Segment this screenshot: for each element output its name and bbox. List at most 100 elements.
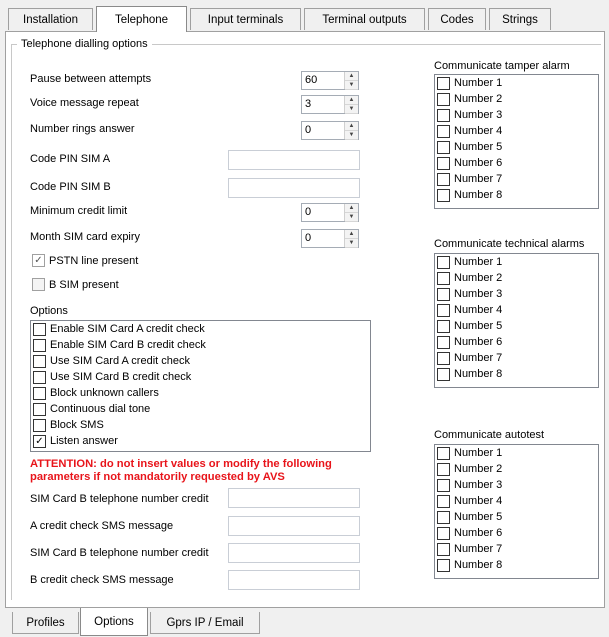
checkbox[interactable] <box>437 108 450 122</box>
pause-value[interactable]: 60 <box>302 72 344 89</box>
list-item[interactable]: Number 6 <box>435 334 598 350</box>
checkbox[interactable] <box>33 322 46 336</box>
options-list[interactable]: Enable SIM Card A credit check Enable SI… <box>30 320 371 452</box>
list-item[interactable]: Block SMS <box>31 417 370 433</box>
checkbox[interactable] <box>437 156 450 170</box>
expiry-value[interactable]: 0 <box>302 230 344 247</box>
tab-telephone[interactable]: Telephone <box>96 6 187 32</box>
checkbox[interactable] <box>437 335 450 349</box>
pin-b-input[interactable] <box>228 178 360 198</box>
checkbox[interactable] <box>437 92 450 106</box>
pstn-checkbox[interactable]: ✓ <box>32 254 45 267</box>
spin-down-icon[interactable]: ▼ <box>345 239 358 248</box>
list-item[interactable]: Number 3 <box>435 477 598 493</box>
checkbox[interactable] <box>437 76 450 90</box>
spin-down-icon[interactable]: ▼ <box>345 81 358 90</box>
checkbox[interactable] <box>437 367 450 381</box>
checkbox[interactable] <box>437 478 450 492</box>
list-item[interactable]: Number 8 <box>435 187 598 203</box>
checkbox-checked[interactable]: ✓ <box>33 434 46 448</box>
spin-up-icon[interactable]: ▲ <box>345 230 358 239</box>
tab-installation[interactable]: Installation <box>8 8 93 30</box>
checkbox[interactable] <box>437 287 450 301</box>
checkbox[interactable] <box>437 140 450 154</box>
spin-up-icon[interactable]: ▲ <box>345 72 358 81</box>
b-sms-input[interactable] <box>228 570 360 590</box>
checkbox[interactable] <box>33 370 46 384</box>
tamper-alarm-list[interactable]: Number 1 Number 2 Number 3 Number 4 Numb… <box>434 74 599 209</box>
voice-spinner[interactable]: 3 ▲ ▼ <box>301 95 359 114</box>
list-item[interactable]: Number 8 <box>435 557 598 573</box>
bsim-checkbox-row[interactable]: B SIM present <box>32 278 119 291</box>
checkbox[interactable] <box>33 354 46 368</box>
checkbox[interactable] <box>33 386 46 400</box>
list-item[interactable]: Number 3 <box>435 107 598 123</box>
list-item[interactable]: Use SIM Card A credit check <box>31 353 370 369</box>
voice-value[interactable]: 3 <box>302 96 344 113</box>
tab-profiles[interactable]: Profiles <box>12 612 79 634</box>
tab-gprs-ip-email[interactable]: Gprs IP / Email <box>150 612 260 634</box>
checkbox[interactable] <box>437 188 450 202</box>
credit-spinner[interactable]: 0 ▲ ▼ <box>301 203 359 222</box>
tab-strings[interactable]: Strings <box>489 8 551 30</box>
list-item[interactable]: Number 7 <box>435 541 598 557</box>
rings-value[interactable]: 0 <box>302 122 344 139</box>
list-item[interactable]: Number 1 <box>435 445 598 461</box>
list-item[interactable]: Number 5 <box>435 509 598 525</box>
list-item[interactable]: Number 4 <box>435 123 598 139</box>
tab-input-terminals[interactable]: Input terminals <box>190 8 301 30</box>
list-item[interactable]: Number 5 <box>435 318 598 334</box>
a-sms-input[interactable] <box>228 516 360 536</box>
list-item[interactable]: Number 1 <box>435 254 598 270</box>
list-item[interactable]: Number 7 <box>435 171 598 187</box>
list-item[interactable]: Number 1 <box>435 75 598 91</box>
spin-down-icon[interactable]: ▼ <box>345 105 358 114</box>
simb-credit-1-input[interactable] <box>228 488 360 508</box>
pin-a-input[interactable] <box>228 150 360 170</box>
rings-spinner[interactable]: 0 ▲ ▼ <box>301 121 359 140</box>
list-item[interactable]: Number 6 <box>435 525 598 541</box>
checkbox[interactable] <box>437 494 450 508</box>
checkbox[interactable] <box>437 303 450 317</box>
spin-down-icon[interactable]: ▼ <box>345 131 358 140</box>
checkbox[interactable] <box>437 255 450 269</box>
list-item[interactable]: Enable SIM Card A credit check <box>31 321 370 337</box>
list-item[interactable]: Number 6 <box>435 155 598 171</box>
spin-up-icon[interactable]: ▲ <box>345 96 358 105</box>
checkbox[interactable] <box>437 558 450 572</box>
list-item[interactable]: Number 8 <box>435 366 598 382</box>
checkbox[interactable] <box>33 418 46 432</box>
list-item[interactable]: Number 5 <box>435 139 598 155</box>
list-item[interactable]: Number 2 <box>435 461 598 477</box>
checkbox[interactable] <box>437 124 450 138</box>
list-item[interactable]: Block unknown callers <box>31 385 370 401</box>
list-item[interactable]: Number 7 <box>435 350 598 366</box>
checkbox[interactable] <box>437 510 450 524</box>
checkbox[interactable] <box>437 271 450 285</box>
checkbox[interactable] <box>33 338 46 352</box>
checkbox[interactable] <box>437 351 450 365</box>
spin-down-icon[interactable]: ▼ <box>345 213 358 222</box>
checkbox[interactable] <box>437 526 450 540</box>
checkbox[interactable] <box>33 402 46 416</box>
credit-value[interactable]: 0 <box>302 204 344 221</box>
list-item[interactable]: ✓ Listen answer <box>31 433 370 449</box>
checkbox[interactable] <box>437 462 450 476</box>
checkbox[interactable] <box>437 446 450 460</box>
list-item[interactable]: Number 2 <box>435 270 598 286</box>
list-item[interactable]: Number 4 <box>435 302 598 318</box>
tab-codes[interactable]: Codes <box>428 8 486 30</box>
tab-terminal-outputs[interactable]: Terminal outputs <box>304 8 425 30</box>
spin-up-icon[interactable]: ▲ <box>345 122 358 131</box>
list-item[interactable]: Continuous dial tone <box>31 401 370 417</box>
bsim-checkbox[interactable] <box>32 278 45 291</box>
checkbox[interactable] <box>437 542 450 556</box>
simb-credit-2-input[interactable] <box>228 543 360 563</box>
spin-up-icon[interactable]: ▲ <box>345 204 358 213</box>
pstn-checkbox-row[interactable]: ✓ PSTN line present <box>32 254 138 267</box>
list-item[interactable]: Number 2 <box>435 91 598 107</box>
checkbox[interactable] <box>437 172 450 186</box>
technical-alarms-list[interactable]: Number 1 Number 2 Number 3 Number 4 Numb… <box>434 253 599 388</box>
tab-options[interactable]: Options <box>80 608 148 636</box>
expiry-spinner[interactable]: 0 ▲ ▼ <box>301 229 359 248</box>
